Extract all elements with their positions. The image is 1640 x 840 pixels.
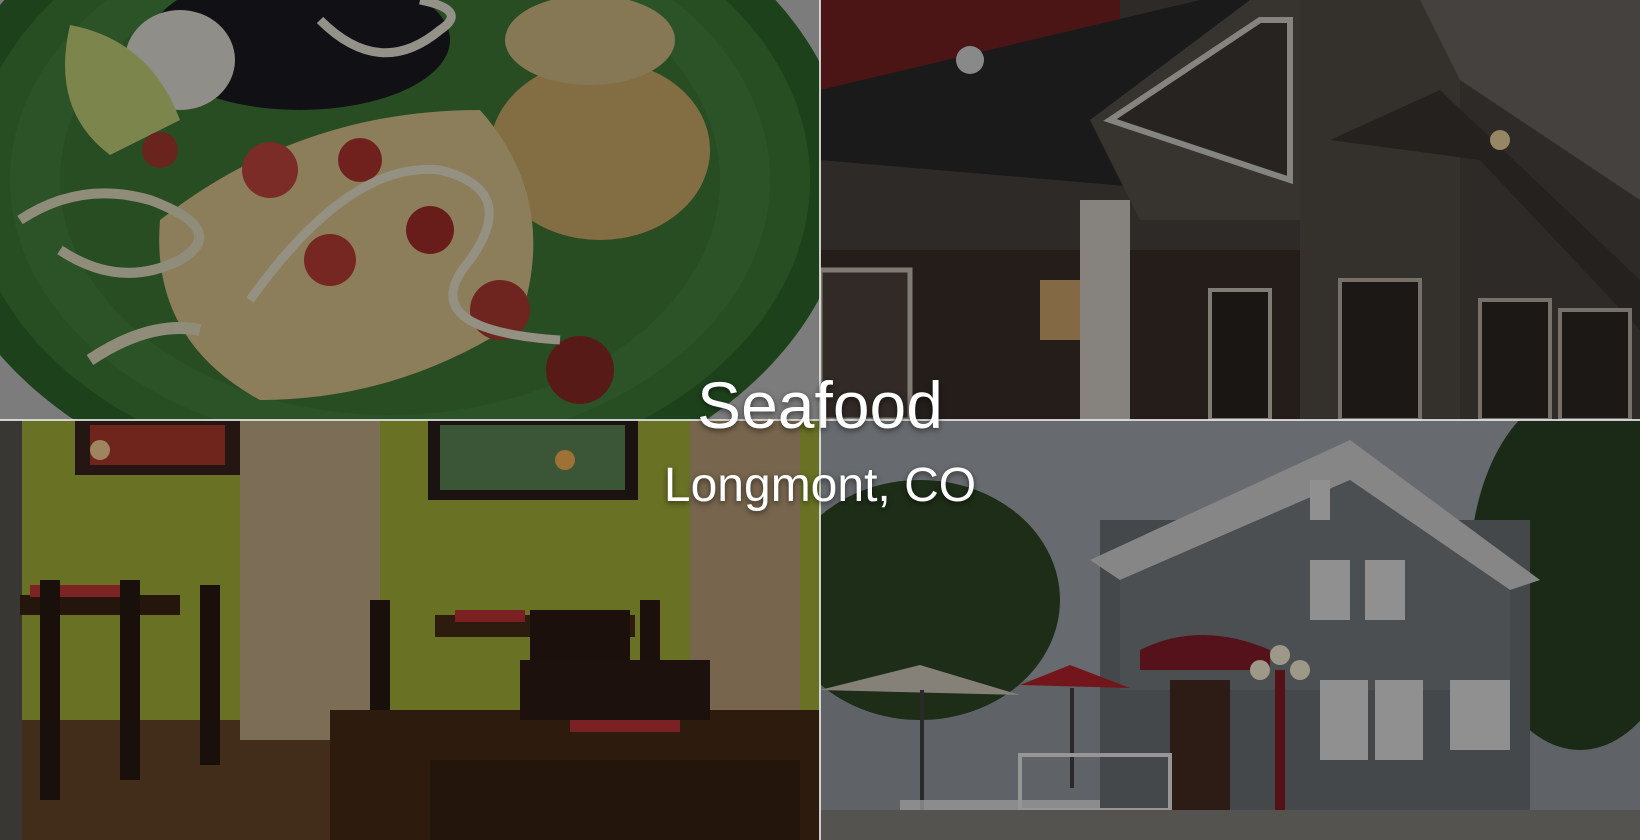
photo-plated-seafood-dish — [0, 0, 820, 420]
plated-seafood-dish-image — [0, 0, 820, 420]
restaurant-exterior-facade-image — [820, 0, 1640, 420]
category-title: Seafood — [697, 368, 943, 442]
location-subtitle: Longmont, CO — [663, 459, 977, 512]
photo-restaurant-exterior-facade — [820, 0, 1640, 420]
hero-caption: Seafood Longmont, CO — [0, 372, 1640, 510]
